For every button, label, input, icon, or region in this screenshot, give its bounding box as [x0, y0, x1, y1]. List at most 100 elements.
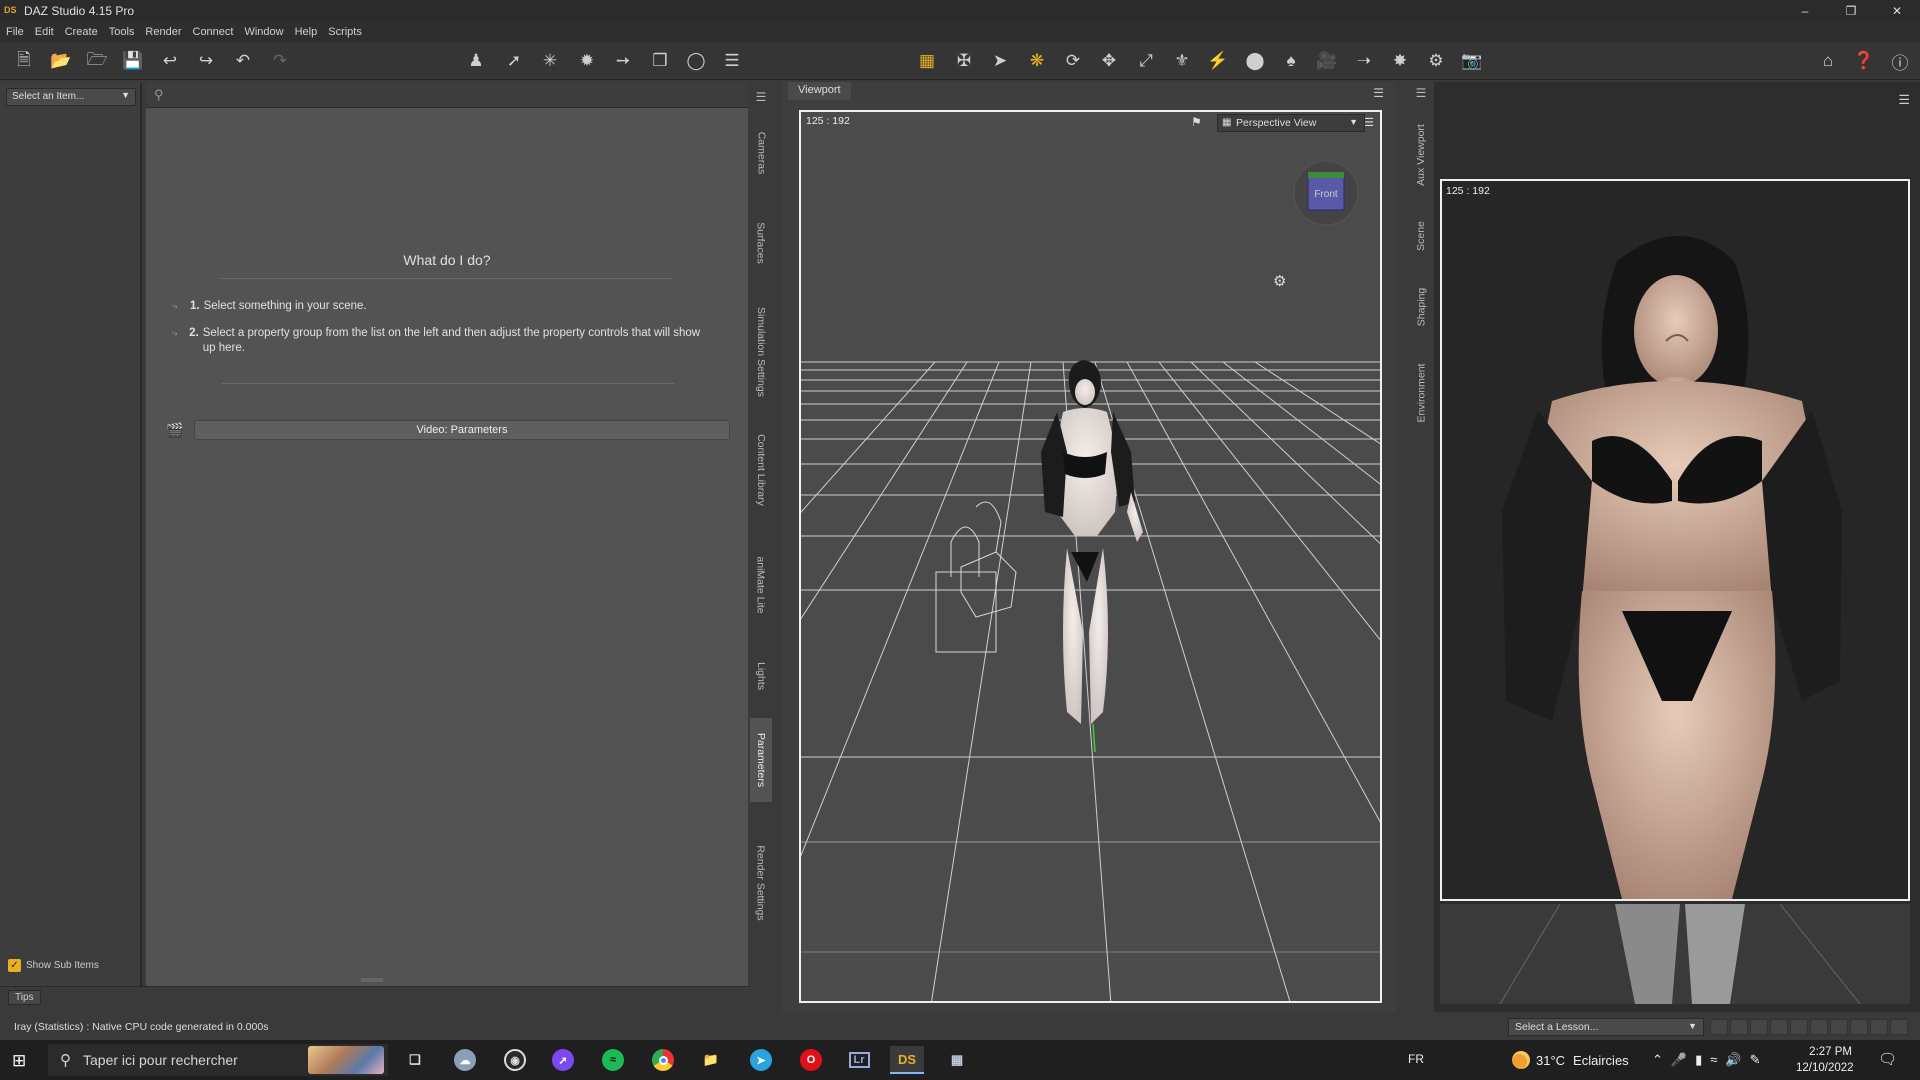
menu-tools[interactable]: Tools [109, 26, 135, 38]
surface-selection-icon[interactable]: ⬤ [1243, 50, 1267, 72]
tips-tab[interactable]: Tips [8, 990, 41, 1005]
lesson-step-button[interactable] [1750, 1019, 1768, 1035]
pen-icon[interactable]: ✎ [1750, 1052, 1761, 1068]
distant-light-icon[interactable]: ✹ [575, 50, 599, 72]
universal-grid-icon[interactable]: ▦ [915, 50, 939, 72]
import-icon[interactable]: ↩ [158, 50, 182, 72]
lesson-dropdown[interactable]: Select a Lesson... ▼ [1508, 1018, 1704, 1036]
restore-button[interactable]: ❐ [1828, 0, 1874, 22]
export-icon[interactable]: ↪ [194, 50, 218, 72]
tab-simulation-settings[interactable]: Simulation Settings [750, 292, 772, 412]
view-cube[interactable]: Front [1291, 158, 1361, 231]
lesson-step-button[interactable] [1730, 1019, 1748, 1035]
aux-viewport-render[interactable]: 125 : 192 [1440, 179, 1910, 901]
scene-item-dropdown[interactable]: Select an Item... ▼ [6, 88, 136, 106]
point-light-icon[interactable]: ✳ [538, 50, 562, 72]
menu-scripts[interactable]: Scripts [328, 26, 362, 38]
scale-tool-icon[interactable]: ⤢ [1134, 50, 1158, 72]
help-icon[interactable]: ⓘ [1888, 50, 1912, 73]
viewport-menu-icon[interactable]: ☰ [1373, 86, 1384, 100]
viewport-options-icon[interactable]: ☰ [1364, 116, 1374, 129]
tab-scene[interactable]: Scene [1410, 206, 1432, 266]
taskbar-clock[interactable]: 2:27 PM 12/10/2022 [1796, 1044, 1854, 1076]
universal-tool-icon[interactable]: ❋ [1025, 50, 1049, 72]
app-obs-icon[interactable]: ◉ [498, 1046, 532, 1074]
camera-tool-icon[interactable]: 🎥 [1315, 50, 1339, 72]
tools-list-icon[interactable]: ☰ [720, 50, 744, 72]
network-icon[interactable]: ≈ [1710, 1052, 1717, 1068]
panel-menu-icon[interactable]: ☰ [1410, 86, 1432, 100]
node-weight-icon[interactable]: ✠ [952, 50, 976, 72]
tab-aux-viewport[interactable]: Aux Viewport [1410, 112, 1432, 198]
lesson-step-button[interactable] [1790, 1019, 1808, 1035]
show-sub-items-checkbox[interactable]: ✓ Show Sub Items [8, 959, 99, 972]
translate-tool-icon[interactable]: ✥ [1097, 50, 1121, 72]
home-icon[interactable]: ⌂ [1816, 50, 1840, 72]
node-selection-icon[interactable]: ➤ [988, 50, 1012, 72]
tab-cameras[interactable]: Cameras [750, 112, 772, 194]
windows-start-icon[interactable]: ⊞ [12, 1051, 26, 1071]
create-figure-icon[interactable]: ♟ [464, 50, 488, 72]
menu-render[interactable]: Render [145, 26, 181, 38]
lesson-step-button[interactable] [1710, 1019, 1728, 1035]
redo-icon[interactable]: ↷ [268, 50, 292, 72]
region-navigator-icon[interactable]: ➝ [1352, 50, 1376, 72]
lesson-step-button[interactable] [1870, 1019, 1888, 1035]
active-pose-icon[interactable]: ⚜ [1170, 50, 1194, 72]
menu-window[interactable]: Window [244, 26, 283, 38]
geometry-editor-icon[interactable]: ✸ [1388, 50, 1412, 72]
primitive-icon[interactable]: ◯ [684, 50, 708, 72]
close-button[interactable]: ✕ [1874, 0, 1920, 22]
render-settings-icon[interactable]: ⚙ [1424, 50, 1448, 72]
weather-widget[interactable]: 31°C Eclaircies [1512, 1051, 1629, 1069]
panel-menu-icon[interactable]: ☰ [750, 90, 772, 104]
menu-help[interactable]: Help [295, 26, 318, 38]
video-parameters-button[interactable]: Video: Parameters [194, 420, 730, 440]
lesson-step-button[interactable] [1850, 1019, 1868, 1035]
viewport-canvas[interactable]: 125 : 192 ⚑ ▦ Perspective View ▼ ☰ Front… [799, 110, 1382, 1003]
spotlight-icon[interactable]: ➚ [502, 50, 526, 72]
lesson-step-button[interactable] [1890, 1019, 1908, 1035]
view-options-icon[interactable]: ⚑ [1191, 115, 1202, 129]
camera-view-dropdown[interactable]: ▦ Perspective View ▼ [1217, 114, 1365, 132]
app-calculator-icon[interactable]: ▦ [940, 1046, 974, 1074]
tab-viewport[interactable]: Viewport [788, 82, 851, 100]
save-icon[interactable]: 💾 [121, 50, 145, 72]
app-chrome-icon[interactable] [646, 1046, 680, 1074]
roll-control-icon[interactable]: ⟳ [1377, 222, 1380, 244]
microphone-icon[interactable]: 🎤 [1671, 1052, 1687, 1068]
volume-icon[interactable]: 🔊 [1725, 1052, 1741, 1068]
notification-icon[interactable]: 🗨 [1878, 1050, 1897, 1068]
taskbar-search-box[interactable]: ⚲ Taper ici pour rechercher [48, 1044, 388, 1076]
app-lightroom-icon[interactable]: Lr [842, 1046, 876, 1074]
menu-file[interactable]: File [6, 26, 24, 38]
tab-surfaces[interactable]: Surfaces [750, 200, 772, 286]
tab-parameters[interactable]: Parameters [750, 718, 772, 802]
undo-icon[interactable]: ↶ [231, 50, 255, 72]
tab-lights[interactable]: Lights [750, 638, 772, 714]
aux-menu-icon[interactable]: ☰ [1898, 92, 1910, 108]
tab-animate-lite[interactable]: aniMate Lite [750, 542, 772, 628]
tab-shaping[interactable]: Shaping [1410, 274, 1432, 340]
lesson-step-button[interactable] [1830, 1019, 1848, 1035]
lesson-step-button[interactable] [1810, 1019, 1828, 1035]
parameter-search-input[interactable] [174, 86, 740, 104]
new-scene-icon[interactable]: 🗎 [12, 50, 36, 72]
whats-this-icon[interactable]: ❓ [1852, 50, 1876, 72]
open-icon[interactable]: 📂 [49, 50, 73, 72]
input-language[interactable]: FR [1408, 1052, 1424, 1066]
menu-edit[interactable]: Edit [35, 26, 54, 38]
menu-connect[interactable]: Connect [193, 26, 234, 38]
app-opera-icon[interactable]: O [794, 1046, 828, 1074]
zoom-control-icon[interactable]: ◯ [1377, 178, 1380, 200]
minimize-button[interactable]: – [1782, 0, 1828, 22]
figure-tool-icon[interactable]: ♠ [1279, 50, 1303, 72]
linear-light-icon[interactable]: ➙ [611, 50, 635, 72]
chevron-up-icon[interactable]: ⌃ [1652, 1052, 1663, 1068]
app-file-explorer-icon[interactable]: 📁 [694, 1046, 728, 1074]
pan-control-icon[interactable]: ✥ [1377, 156, 1380, 178]
render-icon[interactable]: 📷 [1460, 50, 1484, 72]
pane-splitter-handle[interactable] [361, 978, 383, 982]
app-spotify-icon[interactable]: ≈ [596, 1046, 630, 1074]
menu-create[interactable]: Create [65, 26, 98, 38]
